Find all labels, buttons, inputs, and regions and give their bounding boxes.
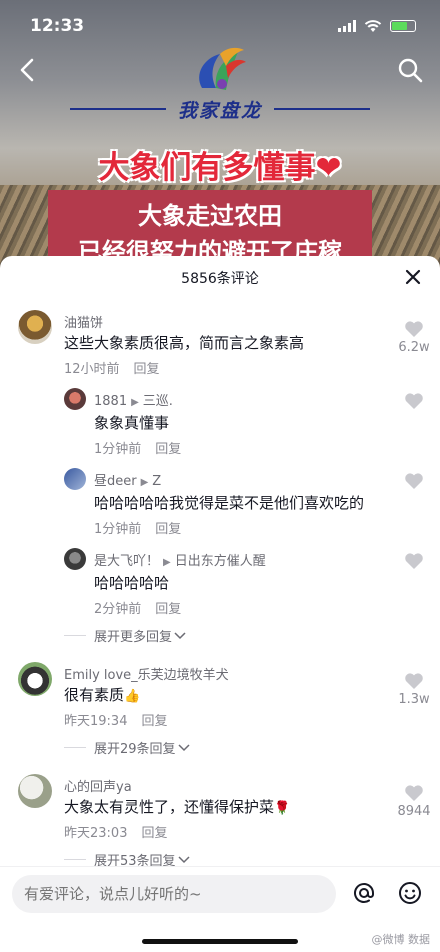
reply-arrow-icon: ▶ (163, 557, 171, 568)
close-icon[interactable] (404, 268, 422, 286)
avatar[interactable] (64, 548, 86, 570)
battery-icon (390, 20, 416, 32)
video-background[interactable]: 12:33 我家盘龙 大象们有多懂事❤ 大象走过农田 已经很努力的避开了庄稼 (0, 0, 440, 270)
reply-author[interactable]: 昼deer (94, 474, 137, 489)
divider (64, 635, 86, 636)
reply-arrow-icon: ▶ (140, 477, 149, 488)
comment-time: 昨天19:34 (64, 714, 128, 729)
heart-like-icon[interactable] (404, 784, 424, 802)
like-count: 8944 (397, 804, 431, 819)
reply-meta: 2分钟前 回复 (94, 598, 181, 617)
mention-at-icon[interactable] (352, 881, 376, 905)
watermark: @微博 数据 (371, 933, 431, 946)
caption-line-1: 大象走过农田 (138, 202, 282, 230)
comment-text: 这些大象素质很高，简而言之象素高 (64, 334, 305, 352)
reply-text: 哈哈哈哈哈 (94, 574, 170, 592)
signal-icon (338, 20, 356, 32)
comment-text: 很有素质👍 (64, 684, 140, 705)
comment-count: 5856条评论 (181, 271, 259, 287)
reply-target[interactable]: Z (152, 474, 161, 489)
reply-time: 2分钟前 (94, 602, 142, 617)
comments-header: 5856条评论 (0, 256, 440, 300)
reply-arrow-icon: ▶ (131, 397, 139, 408)
comment-input-bar: @微博 数据 (0, 866, 440, 952)
headline-text: 大象们有多懂事 (98, 150, 316, 186)
reply-target[interactable]: 三巡. (143, 394, 173, 409)
reply-nick: 1881 ▶ 三巡. (94, 390, 173, 409)
avatar[interactable] (64, 468, 86, 490)
status-bar: 12:33 (30, 14, 416, 38)
brand-logo (199, 47, 246, 90)
like-count: 1.3w (398, 692, 430, 707)
chevron-down-icon (178, 855, 190, 863)
wifi-icon (364, 19, 382, 32)
avatar[interactable] (18, 310, 52, 344)
expand-replies-29[interactable]: 展开29条回复 (64, 738, 190, 757)
reply-target[interactable]: 日出东方催人醒 (175, 554, 266, 569)
heart-like-icon[interactable] (404, 472, 424, 490)
reply-button[interactable]: 回复 (155, 602, 181, 617)
avatar[interactable] (64, 388, 86, 410)
reply-text: 象象真懂事 (94, 414, 170, 432)
home-indicator[interactable] (142, 939, 298, 944)
comment-text-body: 大象太有灵性了，还懂得保护菜 (64, 798, 275, 816)
brand-banner: 我家盘龙 (70, 96, 371, 122)
comment-meta: 昨天19:34 回复 (64, 710, 167, 729)
comment-text-body: 很有素质 (64, 686, 125, 704)
status-time: 12:33 (30, 16, 85, 36)
heart-like-icon[interactable] (404, 552, 424, 570)
like-count: 6.2w (398, 340, 430, 355)
comment-time: 12小时前 (64, 362, 120, 377)
expand-label: 展开29条回复 (94, 742, 176, 757)
search-icon[interactable] (396, 56, 424, 84)
avatar[interactable] (18, 774, 52, 808)
reply-nick: 是大飞吖！ ▶ 日出东方催人醒 (94, 550, 266, 569)
avatar[interactable] (18, 662, 52, 696)
emoji-icon[interactable] (398, 881, 422, 905)
reply-button[interactable]: 回复 (134, 362, 160, 377)
chevron-down-icon (178, 743, 190, 751)
reply-button[interactable]: 回复 (155, 442, 181, 457)
divider (274, 108, 371, 110)
heart-like-icon[interactable] (404, 672, 424, 690)
comment-nick[interactable]: 心的回声ya (64, 776, 132, 795)
reply-nick: 昼deer ▶ Z (94, 470, 161, 489)
comment-text: 大象太有灵性了，还懂得保护菜🌹 (64, 796, 290, 817)
reply-button[interactable]: 回复 (141, 714, 167, 729)
reply-meta: 1分钟前 回复 (94, 518, 181, 537)
comment-time: 昨天23:03 (64, 826, 128, 841)
expand-label: 展开更多回复 (94, 630, 173, 645)
comments-sheet: 5856条评论 油猫饼 这些大象素质很高，简而言之象素高 12小时前 回复 6.2… (0, 256, 440, 952)
reply-button[interactable]: 回复 (141, 826, 167, 841)
heart-like-icon[interactable] (404, 320, 424, 338)
comment-meta: 12小时前 回复 (64, 358, 160, 377)
brand-name: 我家盘龙 (178, 99, 263, 122)
comment-meta: 昨天23:03 回复 (64, 822, 167, 841)
comment-nick[interactable]: 油猫饼 (64, 312, 103, 331)
rose-icon: 🌹 (274, 801, 291, 816)
reply-button[interactable]: 回复 (155, 522, 181, 537)
video-headline: 大象们有多懂事❤ (0, 142, 440, 187)
expand-more-replies[interactable]: 展开更多回复 (64, 626, 186, 645)
comment-input[interactable] (12, 875, 336, 913)
reply-author[interactable]: 是大飞吖！ (94, 554, 159, 569)
reply-text: 哈哈哈哈哈我觉得是菜不是他们喜欢吃的 (94, 494, 365, 512)
status-icons (338, 19, 416, 33)
divider (64, 747, 86, 748)
reply-time: 1分钟前 (94, 442, 142, 457)
comment-nick[interactable]: Emily love_乐芙边境牧羊犬 (64, 664, 229, 683)
thumbs-up-icon: 👍 (124, 689, 141, 704)
reply-author[interactable]: 1881 (94, 394, 127, 409)
chevron-down-icon (174, 631, 186, 639)
reply-meta: 1分钟前 回复 (94, 438, 181, 457)
back-arrow-icon[interactable] (16, 56, 38, 84)
divider (70, 108, 166, 110)
reply-time: 1分钟前 (94, 522, 142, 537)
heart-like-icon[interactable] (404, 392, 424, 410)
heart-icon: ❤ (315, 150, 342, 186)
divider (64, 859, 86, 860)
